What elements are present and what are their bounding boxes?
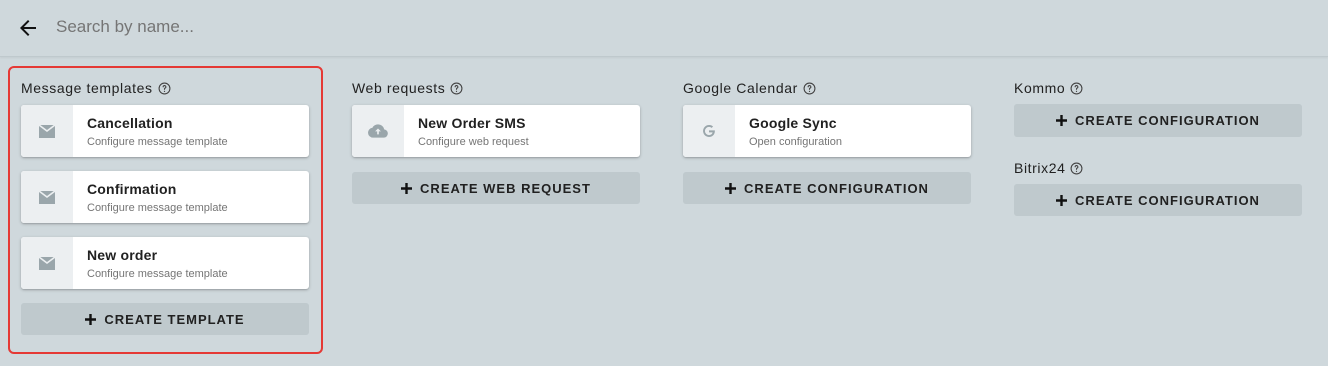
search-input[interactable] — [56, 12, 656, 42]
google-icon — [703, 125, 716, 137]
help-icon[interactable] — [158, 82, 171, 95]
card-subtitle: Configure web request — [418, 136, 529, 148]
help-icon[interactable] — [803, 82, 816, 95]
section-title-text: Bitrix24 — [1014, 160, 1066, 176]
plus-icon — [1056, 115, 1068, 126]
create-google-configuration-button[interactable]: CREATE CONFIGURATION — [683, 172, 971, 204]
section-title-text: Google Calendar — [683, 80, 798, 96]
create-kommo-configuration-button[interactable]: CREATE CONFIGURATION — [1014, 104, 1302, 137]
plus-icon — [725, 182, 737, 194]
template-card-confirmation[interactable]: Confirmation Configure message template — [21, 171, 309, 223]
arrow-left-icon — [20, 20, 36, 36]
help-icon[interactable] — [1070, 82, 1083, 95]
plus-icon — [85, 313, 97, 325]
template-card-cancellation[interactable]: Cancellation Configure message template — [21, 105, 309, 157]
create-configuration-label: CREATE CONFIGURATION — [744, 180, 929, 196]
card-title: Google Sync — [749, 115, 837, 131]
card-subtitle: Open configuration — [749, 136, 842, 148]
section-title-text: Web requests — [352, 80, 446, 96]
section-title: Google Calendar — [683, 78, 971, 98]
template-card-new-order[interactable]: New order Configure message template — [21, 237, 309, 289]
section-title-text: Message templates — [21, 80, 153, 96]
card-subtitle: Configure message template — [87, 202, 228, 214]
mail-icon — [39, 190, 55, 204]
section-title: Web requests — [352, 78, 640, 98]
create-web-request-button[interactable]: CREATE WEB REQUEST — [352, 172, 640, 204]
google-sync-card[interactable]: Google Sync Open configuration — [683, 105, 971, 157]
plus-icon — [1056, 194, 1068, 206]
card-title: New order — [87, 247, 158, 263]
create-configuration-label: CREATE CONFIGURATION — [1075, 113, 1260, 128]
card-title: Confirmation — [87, 181, 177, 197]
card-subtitle: Configure message template — [87, 268, 228, 280]
card-icon-box — [21, 237, 73, 289]
help-icon[interactable] — [450, 82, 463, 95]
card-icon-box — [683, 105, 735, 157]
plus-icon — [401, 182, 413, 194]
back-button[interactable] — [14, 14, 42, 42]
web-requests-column: Web requests New Order SMS Configure web… — [352, 78, 640, 204]
section-title-text: Kommo — [1014, 80, 1066, 96]
create-template-label: CREATE TEMPLATE — [104, 311, 245, 327]
message-templates-column: Message templates Cancellation Configure… — [21, 78, 309, 335]
card-title: New Order SMS — [418, 115, 526, 131]
help-icon[interactable] — [1070, 162, 1083, 175]
web-request-card-new-order-sms[interactable]: New Order SMS Configure web request — [352, 105, 640, 157]
top-bar — [0, 0, 1328, 57]
create-bitrix24-configuration-button[interactable]: CREATE CONFIGURATION — [1014, 184, 1302, 216]
cloud-icon — [368, 124, 388, 138]
card-title: Cancellation — [87, 115, 173, 131]
section-title: Kommo — [1014, 78, 1302, 98]
create-configuration-label: CREATE CONFIGURATION — [1075, 192, 1260, 208]
google-calendar-column: Google Calendar Google Sync Open configu… — [683, 78, 971, 204]
card-icon-box — [352, 105, 404, 157]
section-title: Message templates — [21, 78, 309, 98]
integrations-column: Kommo CREATE CONFIGURATION Bitrix24 CREA… — [1014, 78, 1302, 216]
card-icon-box — [21, 105, 73, 157]
card-subtitle: Configure message template — [87, 136, 228, 148]
mail-icon — [39, 256, 55, 270]
mail-icon — [39, 124, 55, 138]
create-template-button[interactable]: CREATE TEMPLATE — [21, 303, 309, 335]
section-title: Bitrix24 — [1014, 158, 1302, 178]
create-web-request-label: CREATE WEB REQUEST — [420, 180, 591, 196]
card-icon-box — [21, 171, 73, 223]
